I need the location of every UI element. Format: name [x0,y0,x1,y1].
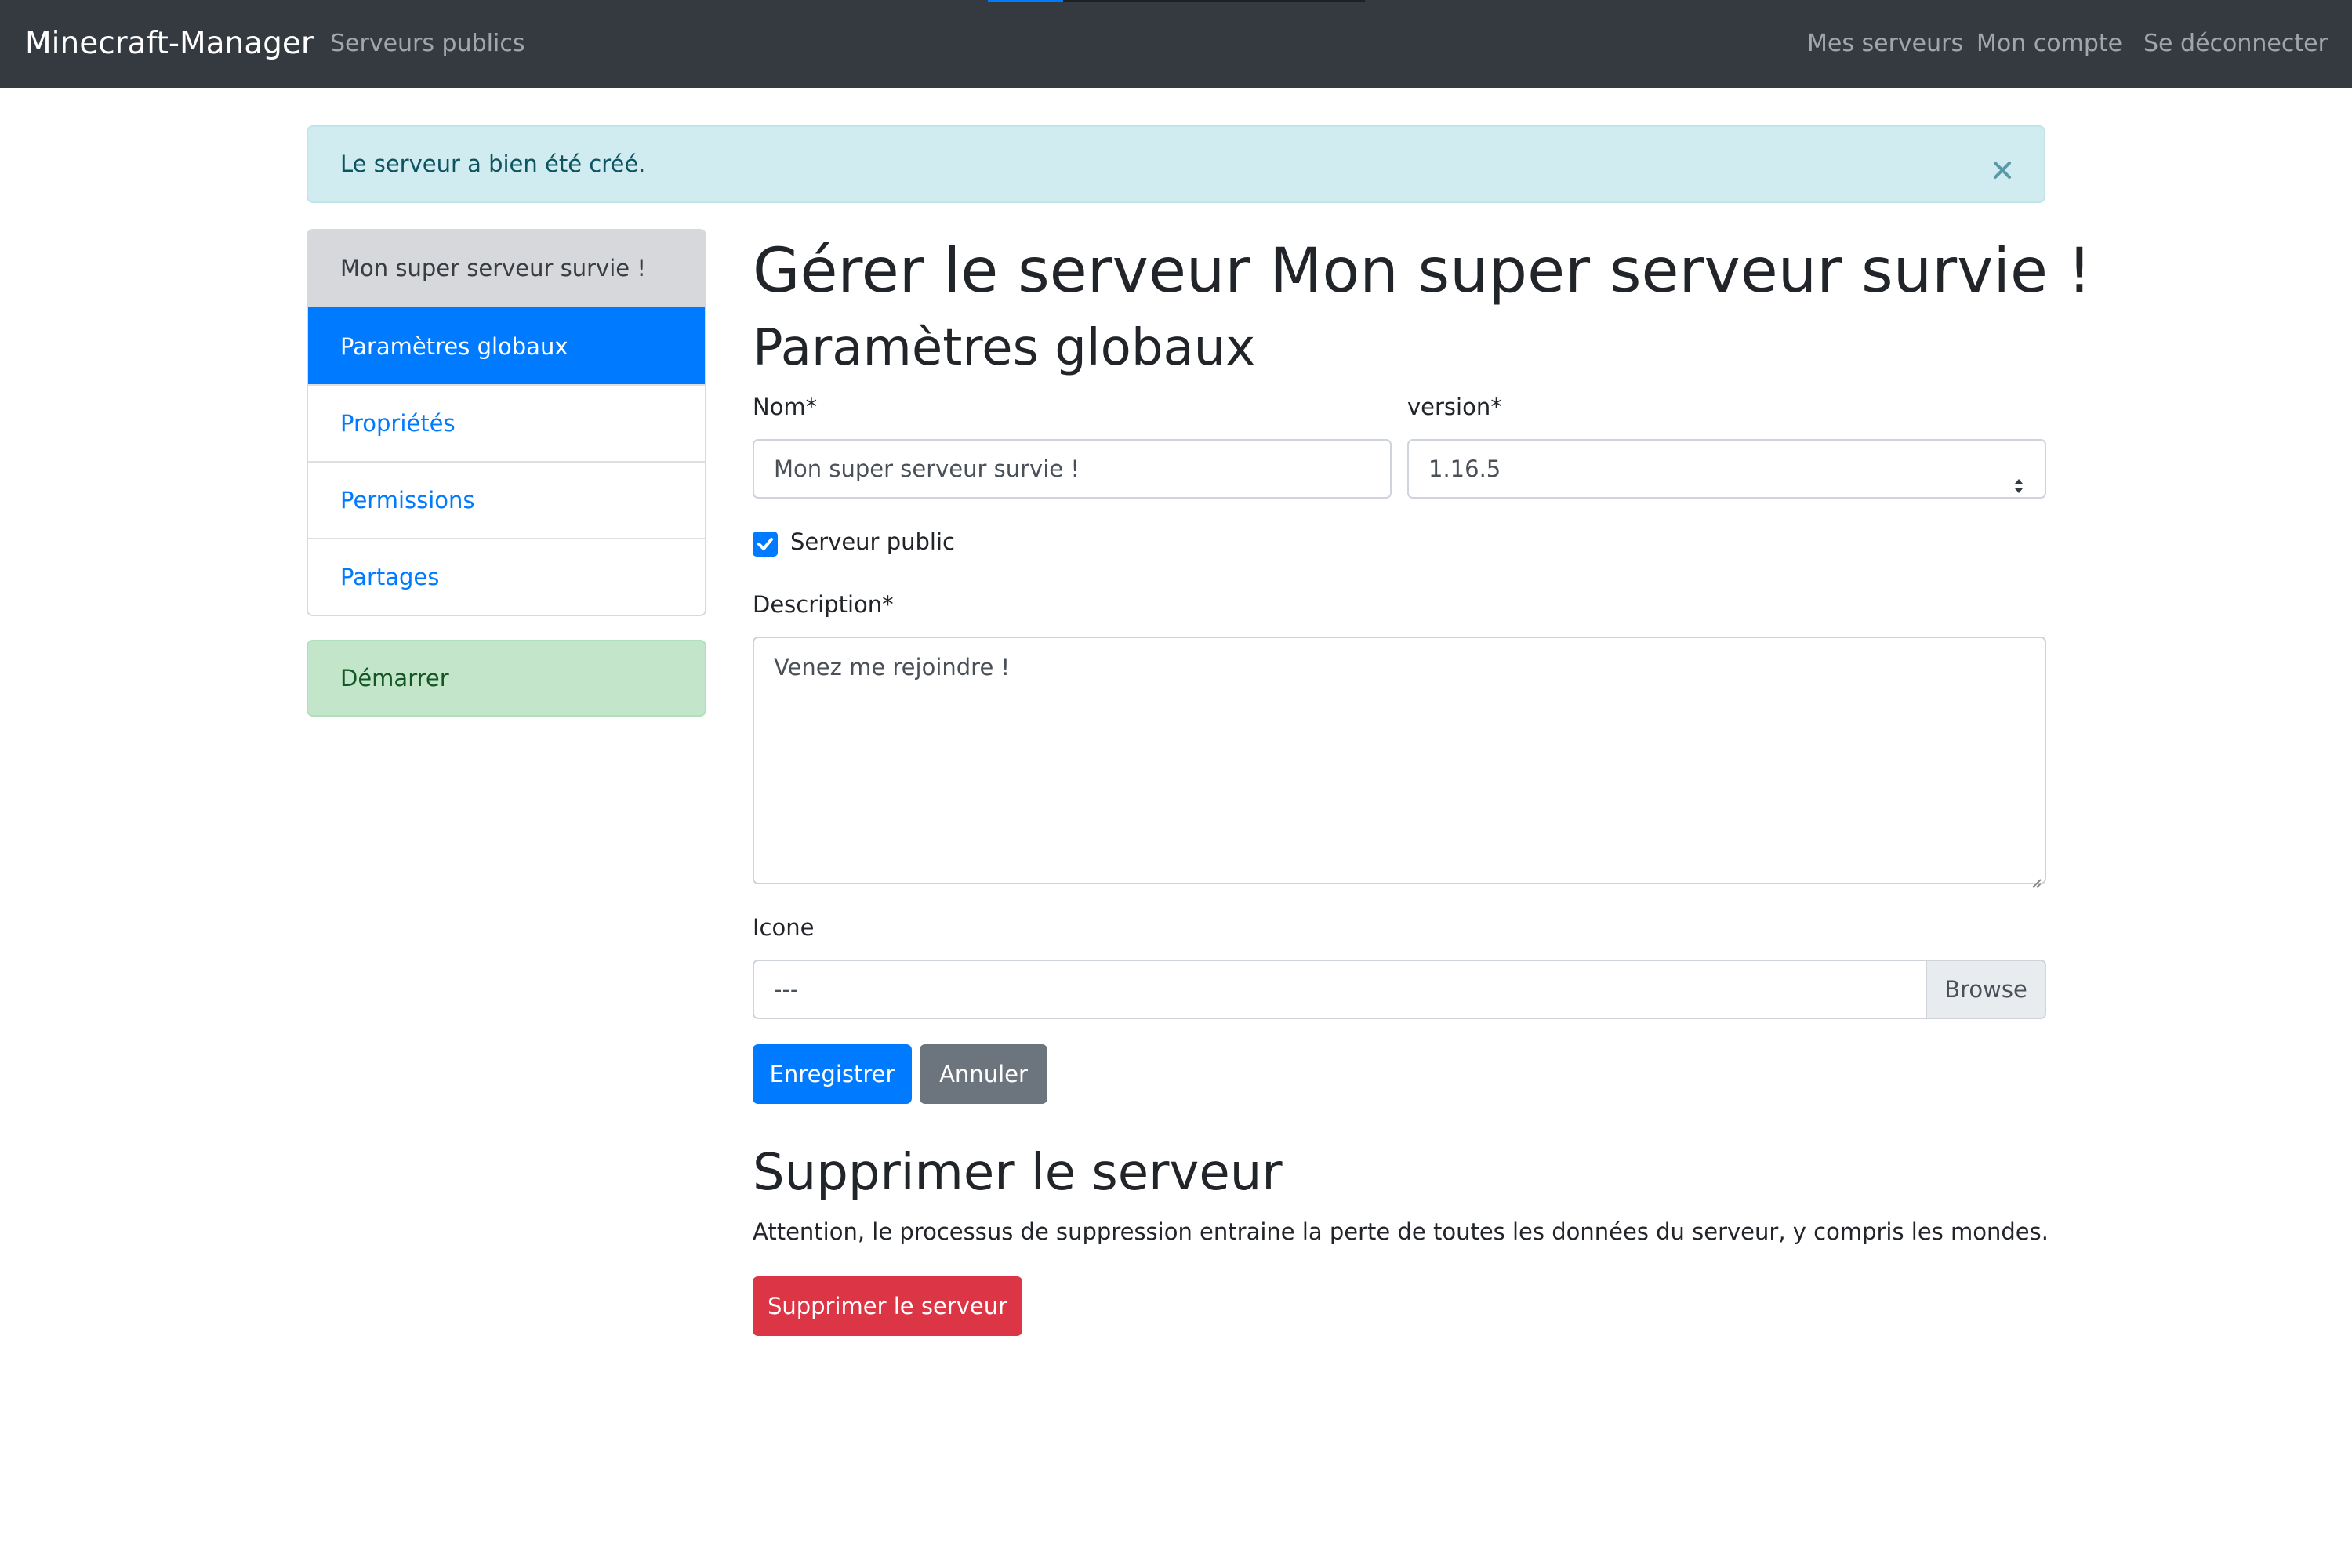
public-checkbox-label: Serveur public [790,528,955,555]
start-server-button[interactable]: Démarrer [307,640,706,717]
browse-button[interactable]: Browse [1926,961,2045,1018]
description-label: Description* [753,591,894,618]
nav-link-mes-serveurs[interactable]: Mes serveurs [1807,0,1963,88]
check-icon [757,538,773,550]
sidebar-item-server-name[interactable]: Mon super serveur survie ! [308,230,705,307]
cancel-button[interactable]: Annuler [920,1044,1047,1104]
save-button[interactable]: Enregistrer [753,1044,912,1104]
icon-file-input[interactable]: --- Browse [753,960,2046,1019]
delete-warning-text: Attention, le processus de suppression e… [753,1218,2049,1245]
sidebar-item-permissions[interactable]: Permissions [308,461,705,538]
sidebar-item-parametres-globaux[interactable]: Paramètres globaux [308,307,705,384]
resize-grip-icon[interactable] [2029,867,2042,888]
top-navbar: Minecraft-Manager Serveurs publics Mes s… [0,0,2352,88]
public-checkbox[interactable] [753,532,778,557]
page-title: Gérer le serveur Mon super serveur survi… [753,236,2092,307]
sidebar-item-proprietes[interactable]: Propriétés [308,384,705,461]
version-select[interactable]: 1.16.5 [1407,439,2046,499]
success-alert: Le serveur a bien été créé. [307,125,2045,203]
nav-link-se-deconnecter[interactable]: Se déconnecter [2143,0,2328,88]
nav-link-mon-compte[interactable]: Mon compte [1976,0,2122,88]
version-select-value: 1.16.5 [1428,456,1501,482]
delete-server-button[interactable]: Supprimer le serveur [753,1276,1022,1336]
name-input[interactable]: Mon super serveur survie ! [753,439,1392,499]
select-arrows-icon [2013,459,2024,493]
icon-file-value: --- [774,976,799,1003]
loading-progress-track [1063,0,1365,2]
brand-logo-link[interactable]: Minecraft-Manager [25,0,314,88]
description-textarea[interactable]: Venez me rejoindre ! [753,637,2046,888]
icon-label: Icone [753,914,815,941]
description-value: Venez me rejoindre ! [774,654,1011,681]
name-label: Nom* [753,394,818,420]
sidebar-item-partages[interactable]: Partages [308,538,705,615]
close-icon[interactable] [1993,158,2012,179]
loading-progress-bar [988,0,1063,2]
alert-message: Le serveur a bien été créé. [340,151,646,177]
version-label: version* [1407,394,1502,420]
nav-link-serveurs-publics[interactable]: Serveurs publics [330,0,524,88]
server-sidebar-menu: Mon super serveur survie ! Paramètres gl… [307,229,706,616]
section-title-parametres: Paramètres globaux [753,319,1256,377]
section-title-supprimer: Supprimer le serveur [753,1144,1283,1202]
